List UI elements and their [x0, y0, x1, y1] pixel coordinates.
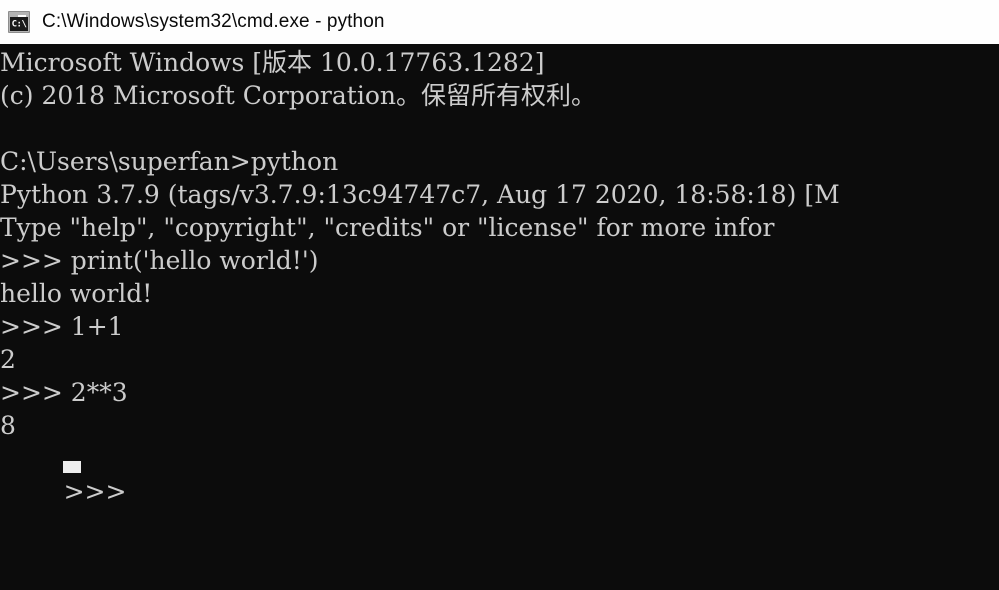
console-line: C:\Users\superfan>python: [0, 147, 339, 176]
window-title: C:\Windows\system32\cmd.exe - python: [42, 11, 385, 32]
console-line: 2: [0, 345, 16, 374]
console-lines: Microsoft Windows [版本 10.0.17763.1282] (…: [0, 46, 999, 506]
console-line: 8: [0, 411, 16, 440]
cmd-icon-screen: C:\: [10, 17, 28, 31]
cmd-window: C:\ C:\Windows\system32\cmd.exe - python…: [0, 0, 999, 590]
console-line: Type "help", "copyright", "credits" or "…: [0, 213, 775, 242]
console-line: (c) 2018 Microsoft Corporation。保留所有权利。: [0, 81, 596, 110]
console-line: Python 3.7.9 (tags/v3.7.9:13c94747c7, Au…: [0, 180, 840, 209]
console-line: hello world!: [0, 279, 153, 308]
console-line: Microsoft Windows [版本 10.0.17763.1282]: [0, 48, 545, 77]
console-line: >>> 1+1: [0, 312, 124, 341]
cmd-icon-prompt-glyph: C:\: [11, 19, 27, 29]
console-prompt-text: >>>: [63, 477, 135, 506]
console-line: >>> 2**3: [0, 378, 128, 407]
console-prompt-line: >>>: [0, 442, 999, 506]
cmd-console-icon: C:\: [8, 11, 30, 33]
console-line: >>> print('hello world!'): [0, 246, 319, 275]
console-output-area[interactable]: Microsoft Windows [版本 10.0.17763.1282] (…: [0, 44, 999, 590]
text-cursor: [63, 461, 81, 473]
window-titlebar[interactable]: C:\ C:\Windows\system32\cmd.exe - python: [0, 0, 999, 44]
